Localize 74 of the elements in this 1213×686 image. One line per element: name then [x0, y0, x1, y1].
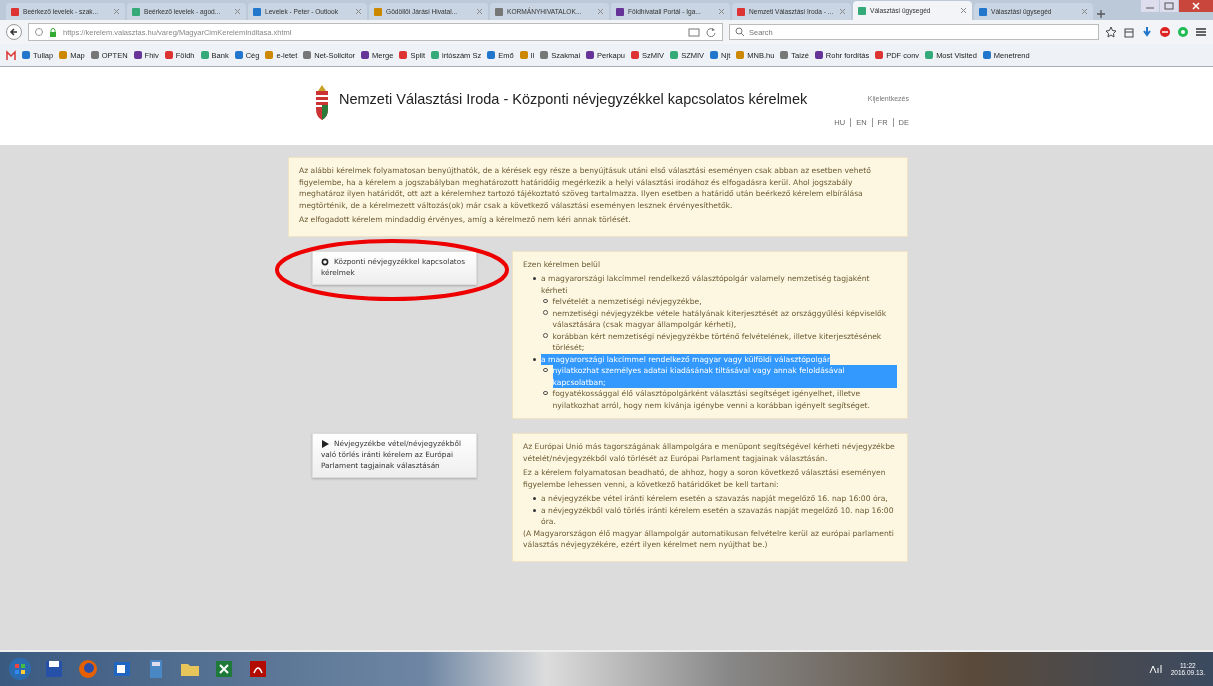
gear-icon — [321, 257, 329, 266]
reload-icon[interactable] — [706, 27, 716, 37]
site-icon — [163, 50, 174, 60]
site-icon — [132, 50, 143, 60]
download-icon[interactable] — [1141, 26, 1153, 38]
tray-icons[interactable] — [1148, 663, 1163, 675]
close-icon[interactable] — [112, 7, 121, 16]
bullet-icon — [543, 390, 548, 395]
site-icon — [585, 50, 596, 60]
site-icon — [779, 50, 790, 60]
site-icon — [199, 50, 210, 60]
site-icon — [10, 6, 20, 17]
close-icon[interactable] — [233, 7, 242, 16]
site-icon — [89, 50, 100, 60]
bullet-icon — [543, 298, 548, 303]
bullet-icon — [533, 508, 536, 512]
reader-icon[interactable] — [688, 27, 700, 37]
site-icon — [494, 6, 504, 17]
site-icon — [58, 50, 69, 60]
star-icon[interactable] — [1105, 26, 1117, 38]
bullet-icon — [543, 367, 548, 372]
site-icon — [539, 50, 550, 60]
globe-icon[interactable] — [76, 657, 100, 681]
close-icon[interactable] — [596, 7, 605, 16]
bullet-icon — [533, 357, 536, 361]
site-icon — [978, 6, 988, 17]
menu-icon[interactable] — [1195, 26, 1207, 38]
addon-icon[interactable] — [1177, 26, 1189, 38]
site-icon — [518, 50, 529, 60]
site-icon — [981, 50, 992, 60]
site-icon — [131, 6, 141, 17]
site-icon — [429, 50, 440, 60]
site-icon — [874, 50, 885, 60]
clipboard-icon[interactable] — [1123, 26, 1135, 38]
search-icon — [735, 27, 745, 37]
minimize-icon[interactable] — [1141, 0, 1159, 12]
site-icon — [630, 50, 641, 60]
site-icon — [264, 50, 275, 60]
back-icon[interactable] — [6, 24, 22, 40]
close-icon[interactable] — [354, 7, 363, 16]
site-icon — [373, 6, 383, 17]
site-icon — [398, 50, 409, 60]
close-icon[interactable] — [475, 7, 484, 16]
site-icon — [669, 50, 680, 60]
triangle-icon — [321, 440, 329, 448]
close-icon[interactable] — [1179, 0, 1213, 12]
maximize-icon[interactable] — [1160, 0, 1178, 12]
bullet-icon — [533, 497, 536, 500]
site-icon — [486, 50, 497, 60]
lock-icon — [49, 27, 57, 37]
close-icon[interactable] — [959, 6, 968, 15]
site-icon — [233, 50, 244, 60]
site-icon — [252, 6, 262, 17]
site-icon — [360, 50, 371, 60]
site-icon — [736, 6, 746, 17]
info-icon[interactable] — [35, 28, 43, 36]
coat-of-arms-icon — [313, 83, 331, 121]
page-title: Nemzeti Választási Iroda - Központi névjegyzékkel kapcsolatos kérelmek — [339, 91, 808, 109]
bullet-icon — [533, 277, 536, 280]
stop-icon[interactable] — [1159, 26, 1171, 38]
site-icon — [302, 50, 313, 60]
site-icon — [21, 50, 31, 60]
close-icon[interactable] — [838, 7, 847, 16]
site-icon — [924, 50, 935, 60]
site-icon — [709, 50, 720, 60]
mail-icon[interactable] — [6, 49, 16, 61]
close-icon[interactable] — [717, 7, 726, 16]
close-icon[interactable] — [1080, 7, 1089, 16]
site-icon — [615, 6, 625, 17]
site-icon — [857, 5, 867, 16]
new-tab-icon[interactable] — [1095, 8, 1107, 20]
start-icon[interactable] — [8, 657, 32, 681]
site-icon — [735, 50, 746, 60]
site-icon — [813, 50, 824, 60]
